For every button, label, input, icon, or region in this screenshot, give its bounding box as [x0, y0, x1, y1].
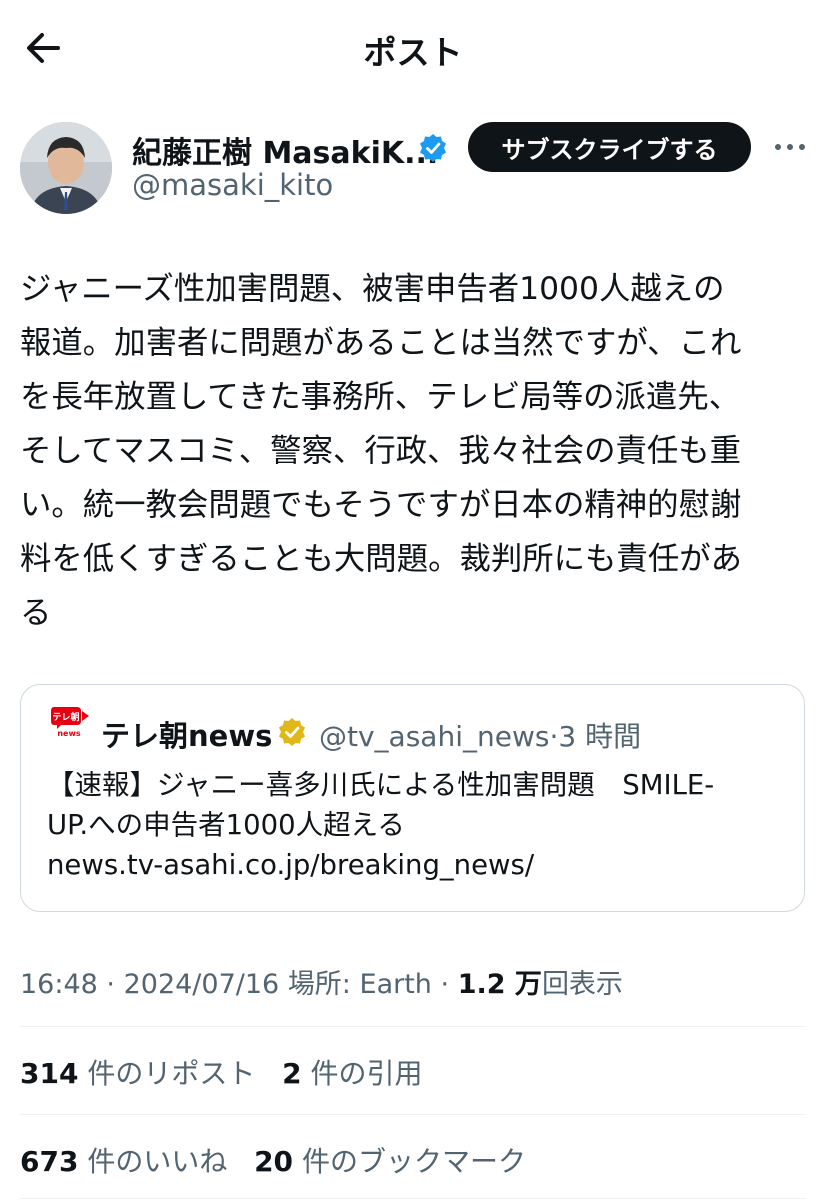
quoted-link[interactable]: news.tv-asahi.co.jp/breaking_news/ — [47, 845, 787, 885]
tweet-text-line: 報道。加害者に問題があることは当然ですが、これ — [20, 325, 742, 361]
post-date: 2024/07/16 — [123, 969, 280, 1000]
post-meta: 16:48 · 2024/07/16 場所: Earth · 1.2 万回表示 — [20, 962, 623, 1001]
repost-label: 件のリポスト — [87, 1057, 256, 1090]
divider — [20, 1114, 806, 1115]
quoted-post-time: 3 時間 — [558, 720, 642, 753]
meta-separator: · — [106, 969, 115, 1000]
avatar[interactable] — [20, 122, 112, 214]
tweet-text-line: 料を低くすぎることも大問題。裁判所にも責任があ — [20, 541, 742, 577]
tweet-text: ジャニーズ性加害問題、被害申告者1000人越えの 報道。加害者に問題があることは… — [20, 262, 808, 640]
tv-asahi-logo: テレ朝 news — [51, 705, 91, 738]
post-time: 16:48 — [20, 969, 98, 1000]
author-handle[interactable]: @masaki_kito — [132, 168, 333, 202]
quoted-text-line: UP.への申告者1000人超える — [47, 809, 405, 841]
quoted-post-meta: @tv_asahi_news·3 時間 — [319, 715, 641, 755]
verified-badge-icon — [418, 133, 448, 163]
page-title: ポスト — [363, 33, 463, 72]
quoted-text-line: 【速報】ジャニー喜多川氏による性加害問題 SMILE- — [47, 769, 715, 801]
tv-asahi-logo-text: テレ朝 — [52, 711, 79, 723]
verified-org-badge-icon — [277, 717, 307, 747]
more-options-icon[interactable] — [770, 130, 810, 164]
stats-row-reposts: 314 件のリポスト 2 件の引用 — [20, 1052, 422, 1092]
view-count: 1.2 万 — [457, 969, 542, 1000]
quote-count: 2 — [282, 1057, 302, 1090]
bookmark-label: 件のブックマーク — [301, 1145, 526, 1178]
author-name[interactable]: 紀藤正樹 MasakiK... — [132, 128, 438, 172]
reposts-stat[interactable]: 314 件のリポスト — [20, 1057, 255, 1090]
top-bar: ポスト — [0, 0, 826, 96]
subscribe-button[interactable]: サブスクライブする — [468, 122, 751, 172]
quote-label: 件の引用 — [310, 1057, 423, 1090]
like-count: 673 — [20, 1145, 79, 1178]
tweet-text-line: を長年放置してきた事務所、テレビ局等の派遣先、 — [20, 379, 741, 415]
tweet-text-line: そしてマスコミ、警察、行政、我々社会の責任も重 — [20, 433, 742, 469]
quoted-post-card[interactable]: テレ朝 news テレ朝news @tv_asahi_news·3 時間 【速報… — [20, 684, 805, 912]
meta-separator: · — [440, 969, 450, 1000]
quoted-author-name: テレ朝news — [101, 719, 273, 753]
divider — [20, 1198, 806, 1199]
like-label: 件のいいね — [87, 1145, 228, 1178]
quoted-post-text: 【速報】ジャニー喜多川氏による性加害問題 SMILE- UP.への申告者1000… — [47, 765, 787, 885]
tweet-text-line: る — [20, 595, 52, 631]
tv-asahi-logo-subtext: news — [57, 729, 81, 737]
location-label: 場所: — [287, 969, 351, 1000]
likes-stat[interactable]: 673 件のいいね — [20, 1145, 227, 1178]
location-value: Earth — [359, 969, 432, 1000]
bookmarks-stat[interactable]: 20 件のブックマーク — [254, 1145, 526, 1178]
stats-row-likes: 673 件のいいね 20 件のブックマーク — [20, 1140, 526, 1180]
repost-count: 314 — [20, 1057, 79, 1090]
divider — [20, 1026, 806, 1027]
tweet-text-line: ジャニーズ性加害問題、被害申告者1000人越えの — [20, 271, 725, 307]
view-count-label: 回表示 — [541, 969, 623, 1000]
quoted-author-handle: @tv_asahi_news — [319, 720, 550, 753]
tweet-text-line: い。統一教会問題でもそうですが日本の精神的慰謝 — [20, 487, 742, 523]
bookmark-count: 20 — [254, 1145, 294, 1178]
quotes-stat[interactable]: 2 件の引用 — [282, 1057, 422, 1090]
